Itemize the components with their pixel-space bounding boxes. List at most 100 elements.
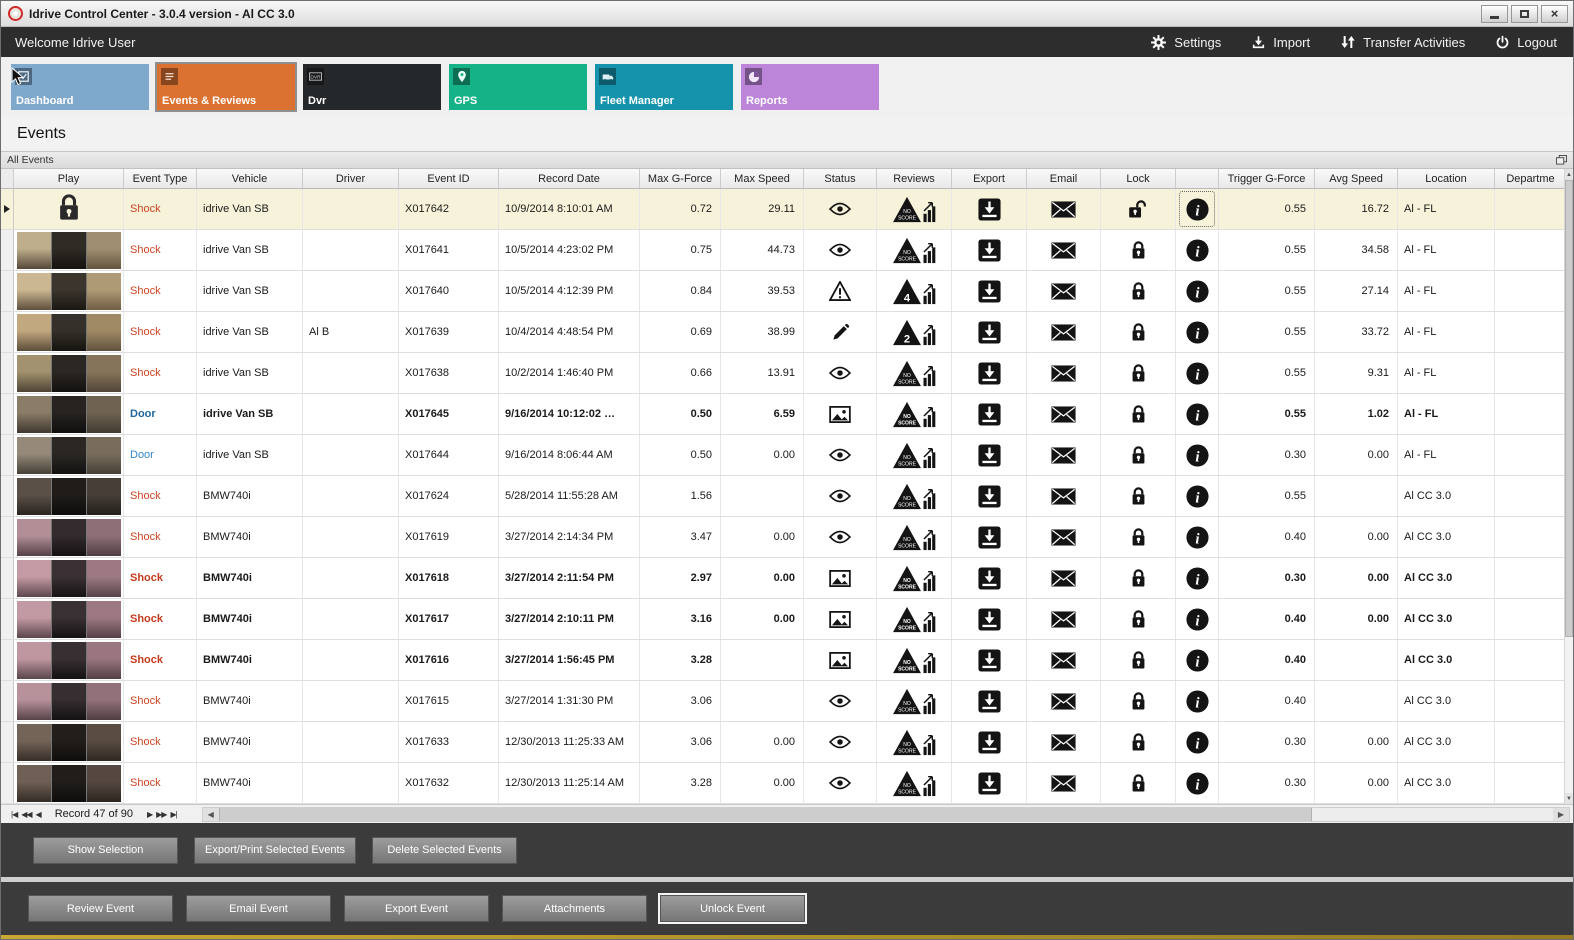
email-icon[interactable] bbox=[1027, 476, 1101, 516]
play-cell[interactable] bbox=[14, 435, 124, 475]
review-score-icon[interactable]: NO SCORE bbox=[877, 681, 952, 721]
row-selector[interactable] bbox=[1, 640, 14, 680]
logout-button[interactable]: Logout bbox=[1495, 35, 1557, 50]
info-icon[interactable]: i bbox=[1176, 681, 1219, 721]
play-cell[interactable] bbox=[14, 271, 124, 311]
email-icon[interactable] bbox=[1027, 722, 1101, 762]
locked-icon[interactable] bbox=[1101, 681, 1176, 721]
event-row-X017619[interactable]: Shock BMW740i X017619 3/27/2014 2:14:34 PM 3… bbox=[1, 517, 1573, 558]
play-cell[interactable] bbox=[14, 558, 124, 598]
review-score-icon[interactable]: NO SCORE bbox=[877, 435, 952, 475]
settings-button[interactable]: Settings bbox=[1150, 34, 1221, 51]
review-score-icon[interactable]: NO SCORE bbox=[877, 230, 952, 270]
review-event-button[interactable]: Review Event bbox=[28, 895, 173, 922]
locked-icon[interactable] bbox=[1101, 394, 1176, 434]
column-header-event-id[interactable]: Event ID bbox=[399, 169, 499, 188]
event-row-X017642[interactable]: Shock idrive Van SB X017642 10/9/2014 8:10:… bbox=[1, 189, 1573, 230]
vertical-scroll-track[interactable] bbox=[1565, 637, 1573, 793]
import-button[interactable]: Import bbox=[1251, 35, 1310, 50]
row-selector[interactable] bbox=[1, 189, 14, 229]
delete-selected-events-button[interactable]: Delete Selected Events bbox=[372, 836, 518, 864]
maximize-button[interactable] bbox=[1511, 4, 1538, 23]
email-icon[interactable] bbox=[1027, 681, 1101, 721]
locked-icon[interactable] bbox=[1101, 599, 1176, 639]
email-event-button[interactable]: Email Event bbox=[186, 895, 331, 922]
email-icon[interactable] bbox=[1027, 353, 1101, 393]
show-selection-button[interactable]: Show Selection bbox=[33, 836, 178, 864]
event-row-X017618[interactable]: Shock BMW740i X017618 3/27/2014 2:11:54 PM 2… bbox=[1, 558, 1573, 599]
export-event-button[interactable]: Export Event bbox=[344, 895, 489, 922]
photo-status-icon[interactable] bbox=[804, 394, 877, 434]
dashcam-thumbnail[interactable] bbox=[16, 641, 121, 679]
review-score-icon[interactable]: NO SCORE bbox=[877, 722, 952, 762]
info-icon[interactable]: i bbox=[1176, 763, 1219, 803]
event-row-X017615[interactable]: Shock BMW740i X017615 3/27/2014 1:31:30 PM 3… bbox=[1, 681, 1573, 722]
prev-group-button[interactable]: ◀◀ bbox=[19, 810, 33, 819]
dashcam-thumbnail[interactable] bbox=[16, 600, 121, 638]
review-score-icon[interactable]: 2 bbox=[877, 312, 952, 352]
nav-tile-reports[interactable]: Reports bbox=[741, 64, 879, 110]
scroll-down-icon[interactable]: ▼ bbox=[1565, 793, 1573, 804]
email-icon[interactable] bbox=[1027, 517, 1101, 557]
dashcam-thumbnail[interactable] bbox=[16, 313, 121, 351]
unlock-event-button[interactable]: Unlock Event bbox=[658, 893, 807, 924]
locked-icon[interactable] bbox=[1101, 435, 1176, 475]
eye-status-icon[interactable] bbox=[804, 476, 877, 516]
column-header-info[interactable] bbox=[1176, 169, 1219, 188]
column-header-play[interactable]: Play bbox=[14, 169, 124, 188]
review-score-icon[interactable]: NO SCORE bbox=[877, 599, 952, 639]
export-print-selected-events-button[interactable]: Export/Print Selected Events bbox=[194, 836, 357, 864]
info-icon[interactable]: i bbox=[1176, 558, 1219, 598]
row-selector[interactable] bbox=[1, 271, 14, 311]
close-button[interactable]: × bbox=[1541, 4, 1568, 23]
play-cell[interactable] bbox=[14, 599, 124, 639]
review-score-icon[interactable]: NO SCORE bbox=[877, 558, 952, 598]
column-header-max-g-force[interactable]: Max G-Force bbox=[640, 169, 721, 188]
info-icon[interactable]: i bbox=[1176, 640, 1219, 680]
column-header-max-speed[interactable]: Max Speed bbox=[721, 169, 804, 188]
locked-icon[interactable] bbox=[1101, 640, 1176, 680]
email-icon[interactable] bbox=[1027, 763, 1101, 803]
event-row-X017617[interactable]: Shock BMW740i X017617 3/27/2014 2:10:11 PM 3… bbox=[1, 599, 1573, 640]
email-icon[interactable] bbox=[1027, 271, 1101, 311]
eye-status-icon[interactable] bbox=[804, 230, 877, 270]
column-header-export[interactable]: Export bbox=[952, 169, 1027, 188]
export-icon[interactable] bbox=[952, 476, 1027, 516]
eye-status-icon[interactable] bbox=[804, 722, 877, 762]
unlocked-icon[interactable] bbox=[1101, 189, 1176, 229]
play-cell[interactable] bbox=[14, 230, 124, 270]
last-page-button[interactable]: ▶| bbox=[168, 810, 178, 819]
export-icon[interactable] bbox=[952, 230, 1027, 270]
info-icon[interactable]: i bbox=[1176, 353, 1219, 393]
export-icon[interactable] bbox=[952, 722, 1027, 762]
review-score-icon[interactable]: NO SCORE bbox=[877, 353, 952, 393]
column-header-record-date[interactable]: Record Date bbox=[499, 169, 640, 188]
scroll-left-icon[interactable]: ◀ bbox=[202, 807, 219, 821]
eye-status-icon[interactable] bbox=[804, 353, 877, 393]
scroll-up-icon[interactable]: ▲ bbox=[1565, 169, 1573, 180]
info-icon[interactable]: i bbox=[1176, 271, 1219, 311]
email-icon[interactable] bbox=[1027, 435, 1101, 475]
event-row-X017641[interactable]: Shock idrive Van SB X017641 10/5/2014 4:23:… bbox=[1, 230, 1573, 271]
vertical-scroll-thumb[interactable] bbox=[1565, 180, 1573, 638]
nav-tile-events[interactable]: Events & Reviews bbox=[155, 62, 297, 112]
row-selector[interactable] bbox=[1, 476, 14, 516]
locked-icon[interactable] bbox=[1101, 722, 1176, 762]
play-cell[interactable] bbox=[14, 476, 124, 516]
row-selector[interactable] bbox=[1, 435, 14, 475]
column-header-departme[interactable]: Departme bbox=[1495, 169, 1567, 188]
email-icon[interactable] bbox=[1027, 312, 1101, 352]
row-selector[interactable] bbox=[1, 558, 14, 598]
review-score-icon[interactable]: NO SCORE bbox=[877, 189, 952, 229]
event-row-X017644[interactable]: Door idrive Van SB X017644 9/16/2014 8:06:4… bbox=[1, 435, 1573, 476]
dashcam-thumbnail[interactable] bbox=[16, 764, 121, 802]
prev-page-button[interactable]: ◀ bbox=[34, 810, 43, 819]
play-cell[interactable] bbox=[14, 681, 124, 721]
photo-status-icon[interactable] bbox=[804, 599, 877, 639]
dashcam-thumbnail[interactable] bbox=[16, 477, 121, 515]
event-row-X017633[interactable]: Shock BMW740i X017633 12/30/2013 11:25:33 A… bbox=[1, 722, 1573, 763]
info-icon[interactable]: i bbox=[1176, 394, 1219, 434]
nav-tile-dashboard[interactable]: Dashboard bbox=[11, 64, 149, 110]
event-row-X017638[interactable]: Shock idrive Van SB X017638 10/2/2014 1:46:… bbox=[1, 353, 1573, 394]
export-icon[interactable] bbox=[952, 517, 1027, 557]
